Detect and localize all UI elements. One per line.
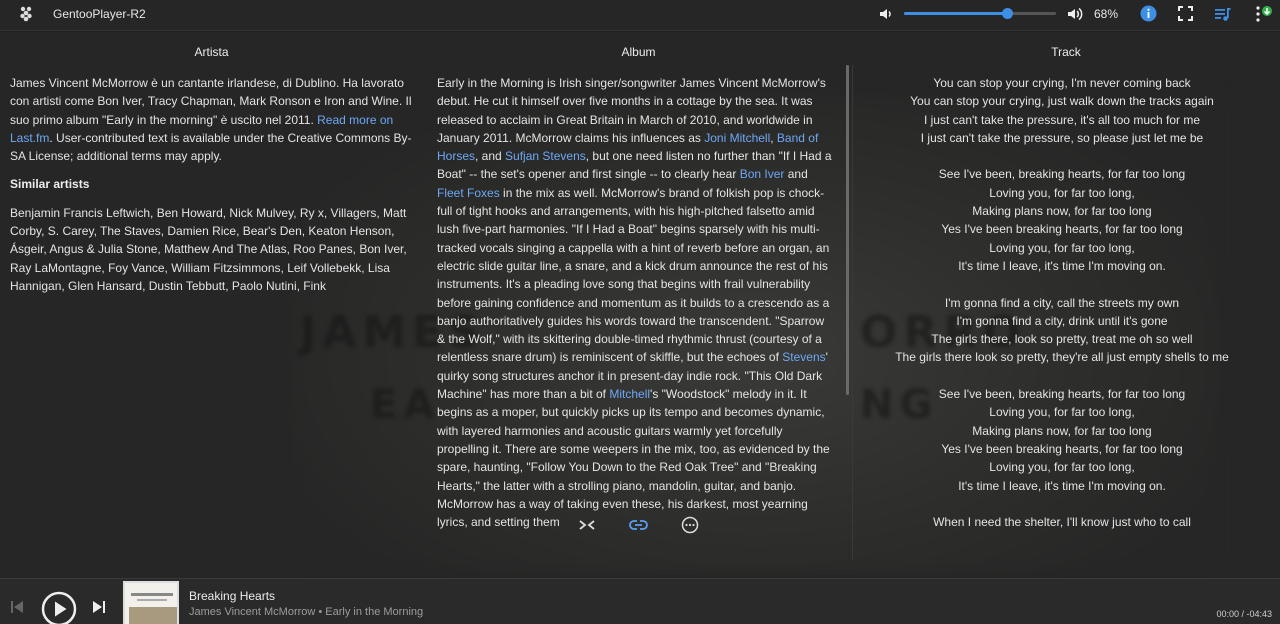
lyric-line: I just can't take the pressure, it's all… (923, 112, 1201, 127)
fullscreen-icon[interactable] (1178, 6, 1193, 21)
column-divider (852, 65, 853, 560)
now-playing-artist-album[interactable]: James Vincent McMorrow • Early in the Mo… (189, 606, 423, 618)
top-bar: GentooPlayer-R2 68% (0, 0, 1280, 31)
album-review-link[interactable]: Joni Mitchell (704, 131, 770, 145)
collapse-icon[interactable] (578, 518, 596, 532)
volume-down-icon[interactable] (878, 6, 894, 22)
playback-time: 00:00 / -04:43 (1216, 609, 1272, 619)
lyric-line: I just can't take the pressure, so pleas… (920, 130, 1204, 145)
album-review-link[interactable]: Stevens (782, 350, 825, 364)
album-review-link[interactable]: Fleet Foxes (437, 186, 500, 200)
volume-slider-thumb[interactable] (1002, 8, 1014, 19)
album-review-link[interactable]: Sufjan Stevens (505, 149, 586, 163)
lyric-line: When I need the shelter, I'll know just … (933, 515, 1191, 529)
lyric-line: Loving you, for far too long, (989, 240, 1135, 255)
lyric-line: Loving you, for far too long, (989, 460, 1135, 475)
similar-artists-list: Benjamin Francis Leftwich, Ben Howard, N… (10, 205, 407, 293)
lyric-line: It's time I leave, it's time I'm moving … (958, 258, 1166, 273)
info-panel: JAMES EA ORRO NG Artista James Vincent M… (0, 32, 1280, 578)
now-playing-title[interactable]: Breaking Hearts (189, 589, 275, 603)
similar-artists-heading: Similar artists (10, 177, 90, 192)
info-icon[interactable] (1140, 5, 1157, 22)
artist-bio: James Vincent McMorrow è un cantante irl… (10, 74, 413, 295)
album-review-link[interactable]: Mitchell (609, 387, 650, 401)
lyric-line: I'm gonna find a city, call the streets … (944, 295, 1180, 310)
cover-art-line (131, 593, 173, 596)
skip-next-icon[interactable] (91, 599, 107, 615)
volume-slider[interactable] (904, 8, 1056, 19)
queue-music-icon[interactable] (1214, 6, 1231, 22)
lyric-line: The girls there, look so pretty, treat m… (931, 332, 1193, 347)
settings-menu-icon[interactable] (1255, 5, 1273, 23)
album-review-link[interactable]: Bon Iver (740, 167, 785, 181)
raspberry-icon[interactable] (17, 5, 35, 23)
more-horizontal-icon[interactable] (681, 516, 699, 534)
lyric-line: See I've been, breaking hearts, for far … (938, 387, 1186, 402)
artist-bio-tail: . User-contributed text is available und… (10, 130, 412, 164)
play-circle-icon[interactable] (41, 591, 77, 624)
player-bar: Breaking Hearts James Vincent McMorrow •… (0, 578, 1280, 624)
album-scrollbar[interactable] (846, 65, 849, 395)
column-header-track: Track (1051, 45, 1081, 59)
lyric-line: Yes I've been breaking hearts, for far t… (941, 222, 1183, 237)
skip-previous-icon[interactable] (9, 599, 25, 615)
album-review-text: in the mix as well. McMorrow's brand of … (437, 185, 830, 365)
lyric-line: You can stop your crying, just walk down… (910, 94, 1214, 109)
volume-percent: 68% (1094, 7, 1119, 21)
lyric-line: Making plans now, for far too long (972, 423, 1152, 438)
album-review-text: , and (475, 149, 506, 164)
album-review: Early in the Morning is Irish singer/son… (437, 74, 835, 529)
lyric-line: I'm gonna find a city, drink until it's … (956, 313, 1168, 328)
lyrics: You can stop your crying, I'm never comi… (862, 74, 1262, 529)
lyric-line: See I've been, breaking hearts, for far … (938, 167, 1186, 182)
lyric-line: You can stop your crying, I'm never comi… (933, 76, 1191, 90)
lyric-line: Yes I've been breaking hearts, for far t… (941, 441, 1183, 456)
lyrics-gap (862, 495, 1262, 513)
lyric-line: Loving you, for far too long, (989, 405, 1135, 420)
lyric-line: Making plans now, for far too long (972, 204, 1152, 219)
lyric-line: The girls there look so pretty, they're … (895, 350, 1229, 365)
link-icon[interactable] (629, 517, 648, 533)
background-art-text: EA (370, 382, 441, 428)
album-cover-thumbnail[interactable] (123, 581, 179, 624)
album-review-text: 's "Woodstock" melody in it. It begins a… (437, 387, 830, 529)
lyrics-gap (862, 147, 1262, 165)
volume-up-icon[interactable] (1066, 5, 1084, 23)
lyrics-gap (862, 367, 1262, 385)
lyric-line: Loving you, for far too long, (989, 185, 1135, 200)
column-header-album: Album (621, 45, 656, 59)
lyrics-gap (862, 275, 1262, 293)
volume-slider-fill (904, 12, 1008, 15)
album-review-text: and (784, 167, 808, 182)
column-header-artist: Artista (194, 45, 229, 59)
cover-art-line (137, 599, 167, 601)
lyric-line: It's time I leave, it's time I'm moving … (958, 478, 1166, 493)
cover-art-image (129, 607, 177, 624)
album-review-text: , (770, 130, 777, 145)
app-title: GentooPlayer-R2 (53, 7, 146, 21)
